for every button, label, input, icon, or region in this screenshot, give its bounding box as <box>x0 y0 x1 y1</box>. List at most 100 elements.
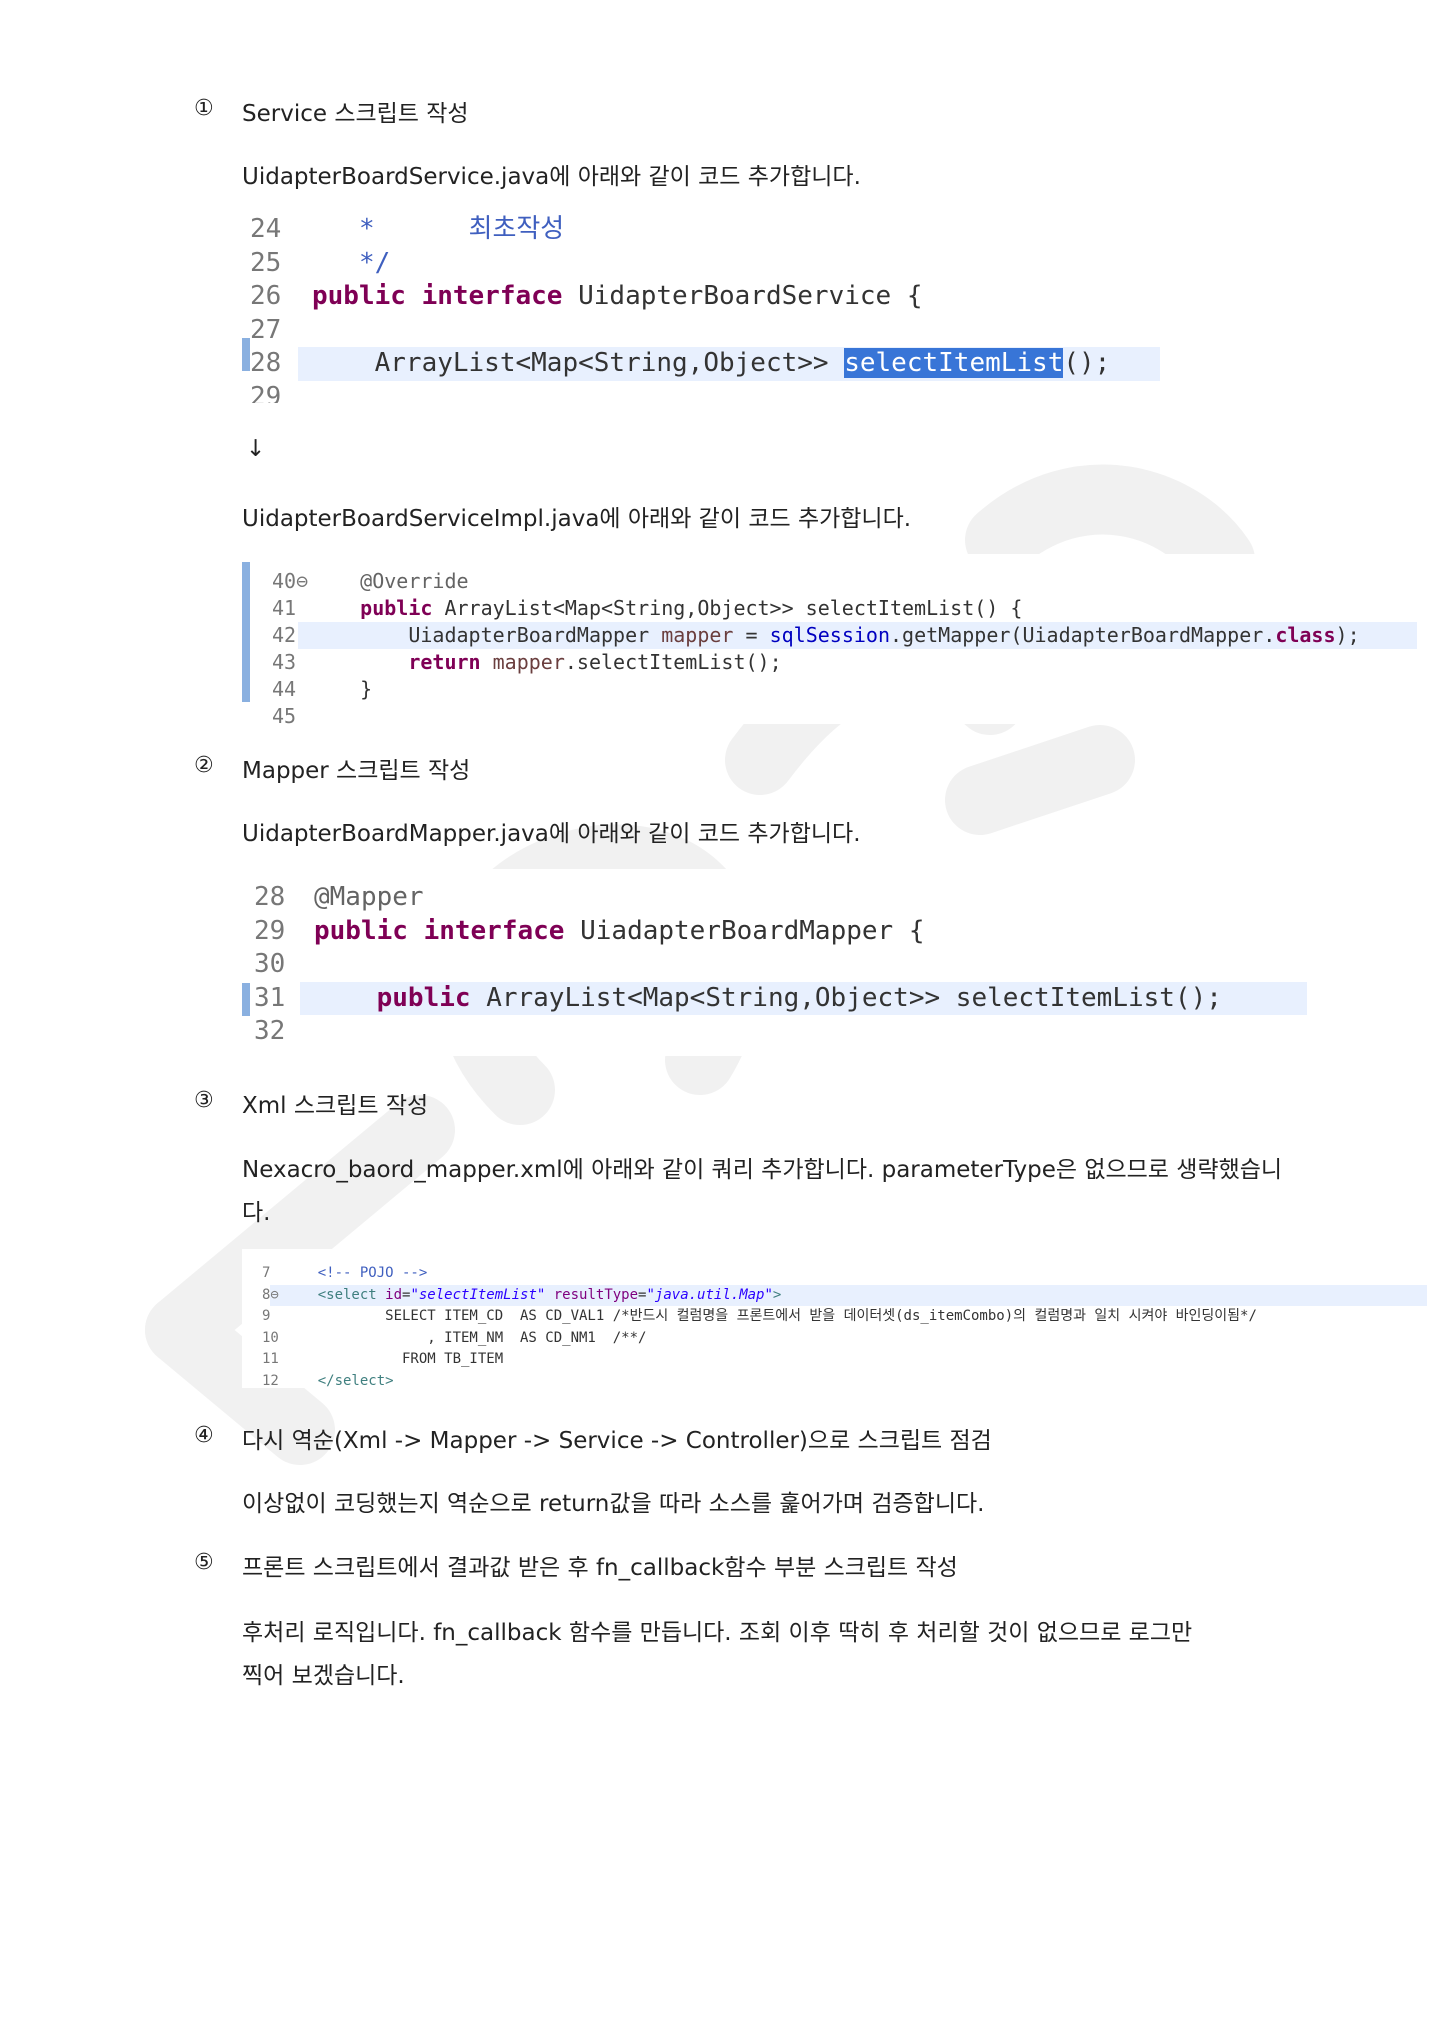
code-token: SELECT ITEM_CD AS CD_VAL1 /*반드시 컬럼명을 프론트… <box>284 1308 1257 1324</box>
code-line: 12 </select> <box>242 1371 1427 1389</box>
code-token: selectItemList <box>844 348 1064 378</box>
line-number: 25 <box>250 247 282 278</box>
code-text: public ArrayList<Map<String,Object>> sel… <box>312 595 1022 622</box>
code-line: 8⊖ <select id="selectItemList" resultTyp… <box>262 1284 1427 1306</box>
code-token: public <box>314 982 487 1013</box>
section-marker: ③ <box>194 1088 214 1113</box>
code-text: public interface UidapterBoardService { <box>312 280 922 314</box>
code-block-xml: 7 <!-- POJO --> 8⊖ <select id="selectItem… <box>242 1249 1427 1388</box>
code-line: 25 */ <box>242 247 1160 281</box>
section-heading: Service 스크립트 작성 <box>242 101 469 127</box>
code-line: 32 <box>242 1015 1307 1049</box>
section-marker: ⑤ <box>194 1550 214 1575</box>
code-line: 7 <!-- POJO --> <box>242 1263 1427 1285</box>
code-text: } <box>312 676 372 703</box>
section-heading: Xml 스크립트 작성 <box>242 1093 429 1119</box>
paragraph: UidapterBoardMapper.java에 아래와 같이 코드 추가합니… <box>242 821 861 847</box>
line-number: 12 <box>262 1372 279 1389</box>
code-token: * 최초작성 <box>312 214 565 244</box>
code-token: ArrayList<Map<String,Object>> selectItem… <box>444 596 1023 620</box>
code-token: class <box>1275 623 1336 647</box>
code-token: sqlSession <box>769 623 890 647</box>
code-block-service-impl: 40⊖ @Override 41 public ArrayList<Map<Str… <box>242 554 1417 724</box>
code-token: , ITEM_NM AS CD_NM1 /**/ <box>284 1329 647 1346</box>
line-number: 32 <box>254 1016 286 1046</box>
line-number: 8⊖ <box>262 1286 279 1303</box>
code-line: 9 SELECT ITEM_CD AS CD_VAL1 /*반드시 컬럼명을 프… <box>242 1306 1427 1328</box>
line-number: 9 <box>262 1308 271 1324</box>
code-token: UiadapterBoardMapper <box>312 623 662 647</box>
paragraph: 이상없이 코딩했는지 역순으로 return값을 따라 소스를 훑어가며 검증합… <box>242 1491 985 1517</box>
code-line: 45 <box>242 703 1417 724</box>
code-line: 24 * 최초작성 <box>242 213 1160 247</box>
line-number: 24 <box>250 214 282 244</box>
code-token: .getMapper(UiadapterBoardMapper. <box>890 623 1276 647</box>
code-line: 29 <box>242 381 1160 404</box>
code-token: .selectItemList(); <box>564 650 782 674</box>
change-marker <box>242 983 250 1016</box>
code-token: FROM TB_ITEM <box>284 1351 504 1367</box>
code-token: resultType <box>553 1286 639 1303</box>
code-line: 11 FROM TB_ITEM <box>242 1349 1427 1371</box>
code-text: @Mapper <box>314 881 424 915</box>
code-line: 28 ArrayList<Map<String,Object>> selectI… <box>250 347 1160 381</box>
line-number: 29 <box>254 915 286 946</box>
code-line: 44 } <box>242 676 1417 703</box>
paragraph: 후처리 로직입니다. fn_callback 함수를 만듭니다. 조회 이후 딱… <box>242 1620 1193 1646</box>
code-line: 28 @Mapper <box>242 881 1307 915</box>
code-text: ArrayList<Map<String,Object>> selectItem… <box>312 347 1110 381</box>
code-text: public ArrayList<Map<String,Object>> sel… <box>314 982 1222 1016</box>
code-token: > <box>772 1286 782 1303</box>
line-number: 40⊖ <box>272 569 309 593</box>
line-number: 28 <box>254 882 286 912</box>
code-line: 10 , ITEM_NM AS CD_NM1 /**/ <box>242 1328 1427 1350</box>
code-token: ); <box>1335 623 1360 647</box>
code-token: */ <box>312 247 391 278</box>
code-line: 27 <box>242 314 1160 348</box>
section-marker: ① <box>194 96 214 121</box>
paragraph: 찍어 보겠습니다. <box>242 1663 405 1689</box>
line-number: 26 <box>250 281 282 311</box>
section-heading: 프론트 스크립트에서 결과값 받은 후 fn_callback함수 부분 스크립… <box>242 1555 958 1581</box>
code-block-mapper: 28 @Mapper 29 public interface UiadapterBoa… <box>242 869 1307 1056</box>
code-text: <!-- POJO --> <box>284 1263 428 1285</box>
code-token: return <box>312 650 493 674</box>
code-token: public <box>312 596 445 620</box>
code-text: FROM TB_ITEM <box>284 1349 503 1371</box>
code-line: 26 public interface UidapterBoardService … <box>242 280 1160 314</box>
code-token: ArrayList<Map<String,Object>> selectItem… <box>486 982 1222 1013</box>
code-token: mapper <box>661 623 734 647</box>
code-line: 30 <box>242 948 1307 982</box>
section-marker: ④ <box>194 1423 214 1448</box>
code-token: <!-- POJO --> <box>284 1265 428 1281</box>
code-text: UiadapterBoardMapper mapper = sqlSession… <box>312 622 1360 649</box>
paragraph: Nexacro_baord_mapper.xml에 아래와 같이 쿼리 추가합니… <box>242 1157 1283 1183</box>
paragraph: UidapterBoardServiceImpl.java에 아래와 같이 코드… <box>242 506 912 532</box>
line-number: 7 <box>262 1265 271 1281</box>
code-line: 40⊖ @Override <box>242 568 1417 595</box>
line-number: 44 <box>272 677 297 701</box>
code-text: SELECT ITEM_CD AS CD_VAL1 /*반드시 컬럼명을 프론트… <box>284 1306 1257 1328</box>
code-token: ArrayList<Map<String,Object>> <box>312 348 845 378</box>
code-token: @Mapper <box>314 882 424 912</box>
code-token: <select <box>284 1286 386 1303</box>
line-number: 43 <box>272 650 297 674</box>
code-token: "java.util.Map" <box>646 1286 773 1303</box>
line-number: 29 <box>250 381 282 404</box>
code-token: (); <box>1063 348 1111 378</box>
code-token: mapper <box>492 650 565 674</box>
section-marker: ② <box>194 753 214 778</box>
code-line: 43 return mapper.selectItemList(); <box>242 649 1417 676</box>
code-block-service: 24 * 최초작성 25 */26 public interface Uidapte… <box>242 213 1160 403</box>
code-text: </select> <box>284 1371 394 1389</box>
code-token: public interface <box>314 915 581 946</box>
paragraph: 다. <box>242 1200 271 1226</box>
line-number: 30 <box>254 949 286 979</box>
line-number: 31 <box>254 982 286 1013</box>
line-number: 45 <box>272 704 297 724</box>
line-number: 11 <box>262 1351 279 1367</box>
code-text: public interface UiadapterBoardMapper { <box>314 915 924 949</box>
code-text: , ITEM_NM AS CD_NM1 /**/ <box>284 1328 646 1350</box>
code-token: public interface <box>312 281 579 311</box>
line-number: 41 <box>272 596 297 620</box>
